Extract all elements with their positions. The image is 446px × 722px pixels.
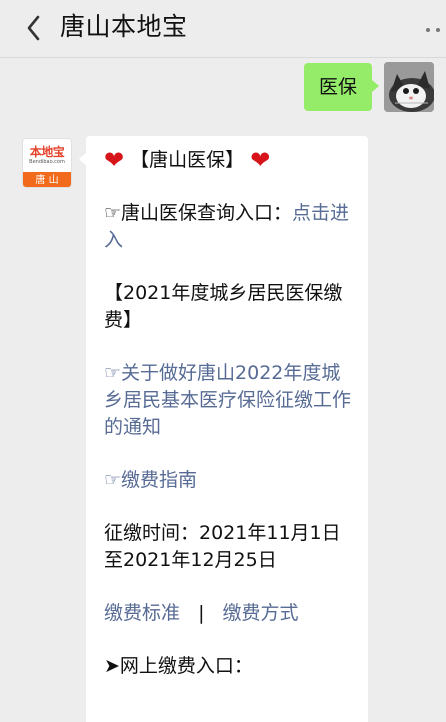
avatar-city-text: 唐 山 <box>23 172 71 187</box>
incoming-message-bubble: ❤ 【唐山医保】 ❤ ☞唐山医保查询入口：点击进入 【2021年度城乡居民医保缴… <box>79 136 368 722</box>
more-dots-icon <box>426 28 430 32</box>
payment-links-row: 缴费标准 | 缴费方式 <box>104 600 354 627</box>
outgoing-message-row: 医保 <box>303 62 434 112</box>
payment-method-link[interactable]: 缴费方式 <box>223 602 299 624</box>
user-avatar[interactable] <box>384 62 434 112</box>
more-dots-icon <box>436 28 440 32</box>
more-button[interactable] <box>422 18 446 42</box>
outgoing-message-bubble[interactable]: 医保 <box>303 63 380 111</box>
page-title: 唐山本地宝 <box>60 12 188 41</box>
online-payment-label: ➤网上缴费入口： <box>104 655 253 677</box>
bendibao-logo: 本地宝 Bendibao.com <box>23 139 71 172</box>
query-label: ☞唐山医保查询入口： <box>104 202 293 224</box>
cat-avatar-icon <box>384 62 434 112</box>
avatar-brand-text: 本地宝 <box>29 145 65 159</box>
heart-icon: ❤ <box>250 146 271 174</box>
collection-time: 征缴时间：2021年11月1日至2021年12月25日 <box>104 522 341 571</box>
back-button[interactable] <box>18 11 50 45</box>
heading-text: 【唐山医保】 <box>130 149 245 171</box>
message-heading: ❤ 【唐山医保】 ❤ <box>104 147 354 174</box>
chat-header: 唐山本地宝 <box>0 0 446 58</box>
query-entry: ☞唐山医保查询入口：点击进入 <box>104 200 354 254</box>
chat-page: 唐山本地宝 医保 本地宝 Bendibao.com 唐 山 ❤ 【唐山医保】 ❤… <box>0 0 446 722</box>
divider: | <box>198 602 205 624</box>
bendibao-avatar[interactable]: 本地宝 Bendibao.com 唐 山 <box>22 138 72 188</box>
heart-icon: ❤ <box>104 146 125 174</box>
section-title: 【2021年度城乡居民医保缴费】 <box>104 282 343 331</box>
payment-guide-link[interactable]: ☞缴费指南 <box>104 467 354 494</box>
avatar-domain-text: Bendibao.com <box>29 159 65 165</box>
chevron-left-icon <box>27 15 40 41</box>
notice-link[interactable]: ☞关于做好唐山2022年度城乡居民基本医疗保险征缴工作的通知 <box>104 360 354 441</box>
payment-standard-link[interactable]: 缴费标准 <box>104 602 180 624</box>
